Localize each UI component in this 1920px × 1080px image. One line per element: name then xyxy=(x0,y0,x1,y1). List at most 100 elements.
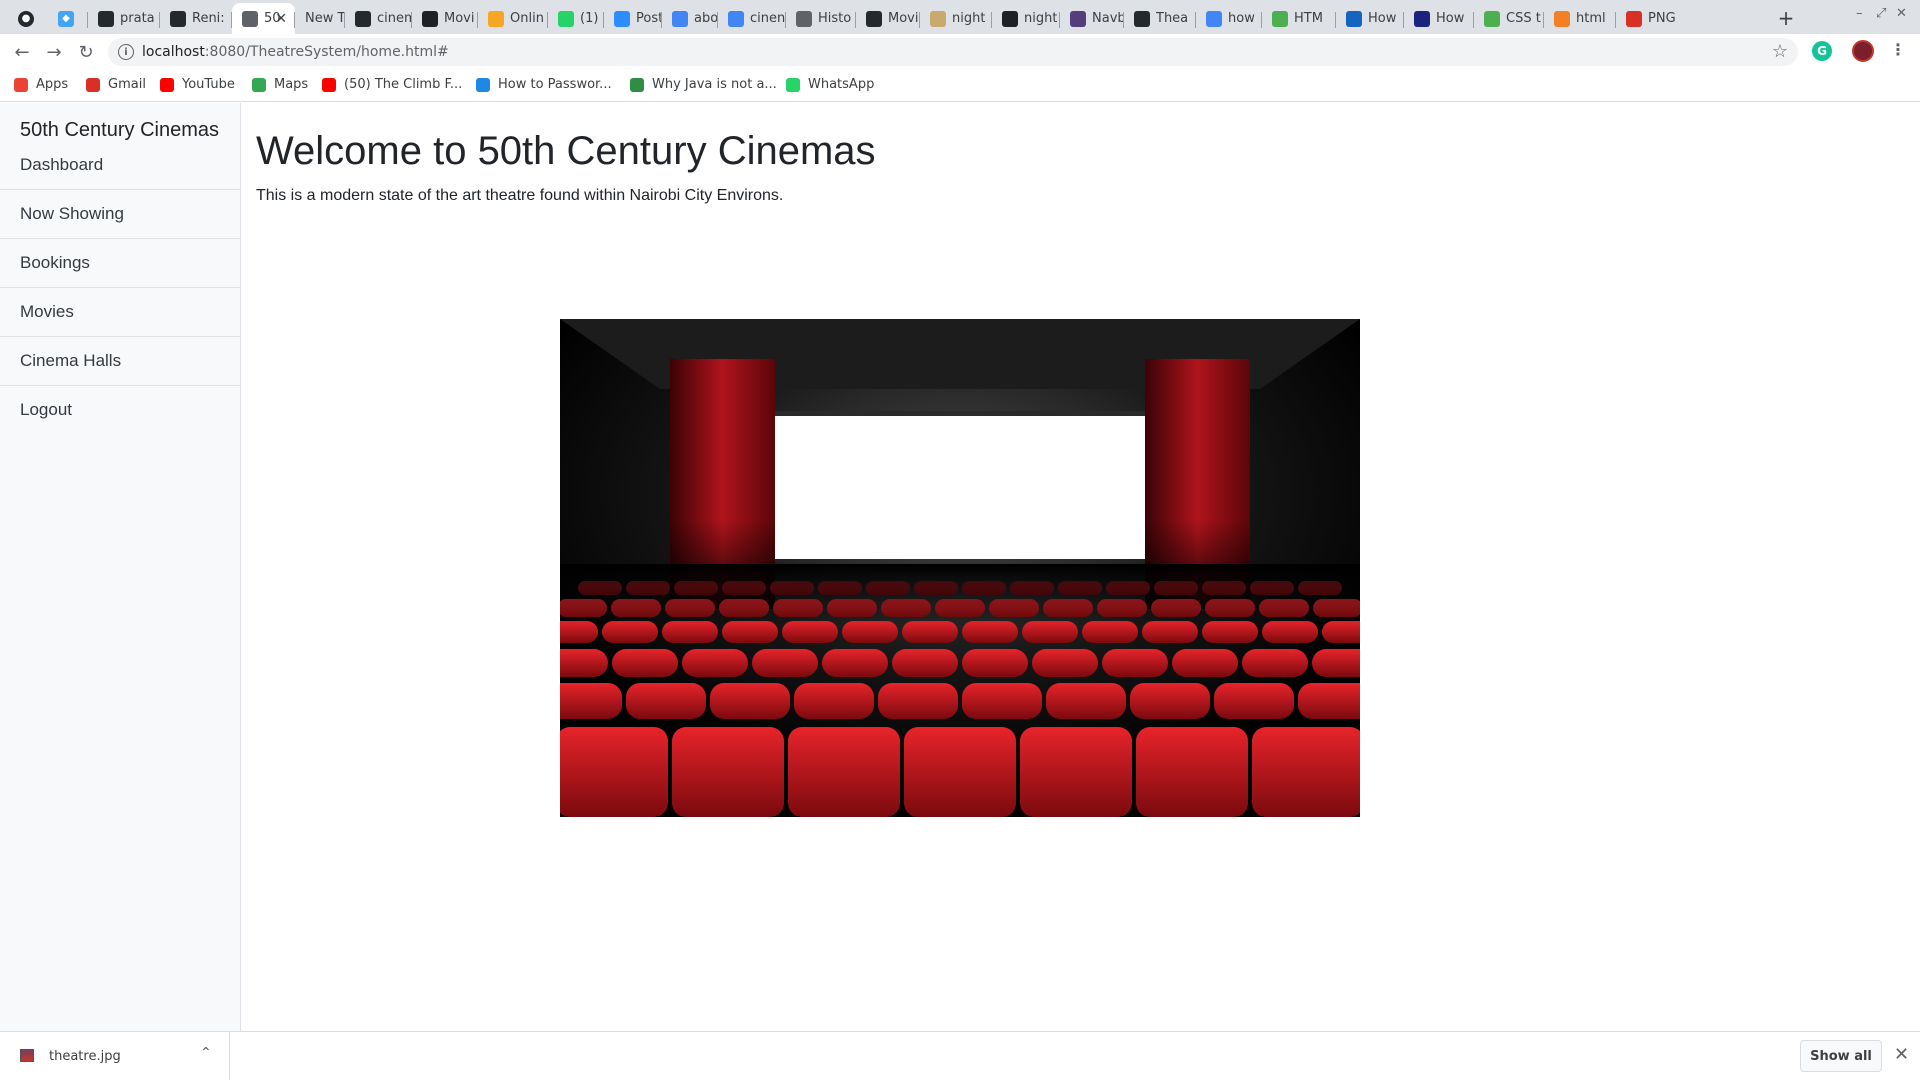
tab-3[interactable]: Reni: xyxy=(160,3,232,34)
tab-strip: ● ◆ prata Reni: 50✕ New Tab cinem Movi Onlin (1… xyxy=(0,0,1920,34)
grammarly-extension-icon[interactable]: G xyxy=(1812,41,1832,61)
bookmark-label: WhatsApp xyxy=(808,77,875,92)
sidebar: 50th Century Cinemas Dashboard Now Showi… xyxy=(0,103,241,1031)
tab-21[interactable]: How xyxy=(1336,3,1404,34)
tab-20[interactable]: HTM xyxy=(1262,3,1336,34)
w3schools-icon xyxy=(1484,10,1500,27)
tab-2[interactable]: prata xyxy=(88,3,160,34)
sidebar-item-now-showing[interactable]: Now Showing xyxy=(0,190,240,239)
seat xyxy=(752,649,818,677)
tab-15[interactable]: night xyxy=(920,3,992,34)
download-item[interactable]: theatre.jpg ⌃ xyxy=(0,1032,230,1080)
close-tab-icon[interactable]: ✕ xyxy=(275,11,287,27)
minimize-icon[interactable]: – xyxy=(1856,6,1863,21)
tab-title: html xyxy=(1576,11,1606,26)
sidebar-item-movies[interactable]: Movies xyxy=(0,288,240,337)
menu-kebab-icon[interactable]: ⋮ xyxy=(1890,40,1906,59)
maps-icon xyxy=(252,77,266,92)
back-button[interactable]: ← xyxy=(10,40,34,64)
bookmark-item[interactable]: Gmail xyxy=(86,77,146,92)
github-icon xyxy=(170,10,186,27)
seat xyxy=(962,683,1042,719)
tab-title: Navb xyxy=(1092,11,1124,26)
forward-button[interactable]: → xyxy=(42,40,66,64)
tab-19[interactable]: how xyxy=(1196,3,1262,34)
tab-title: cinen xyxy=(750,11,786,26)
seat xyxy=(902,621,958,643)
tab-5[interactable]: New Tab xyxy=(295,3,345,34)
close-shelf-icon[interactable]: ✕ xyxy=(1894,1044,1909,1065)
tab-14[interactable]: Movi xyxy=(856,3,920,34)
github-icon xyxy=(98,10,114,27)
tab-10[interactable]: Post xyxy=(604,3,662,34)
tab-25[interactable]: PNG xyxy=(1616,3,1758,34)
tab-11[interactable]: abou xyxy=(662,3,718,34)
bookmark-item[interactable]: Maps xyxy=(252,77,308,92)
bookmarks-bar: Apps Gmail YouTube Maps (50) The Climb F... H… xyxy=(0,70,1920,102)
tab-9[interactable]: (1) W xyxy=(548,3,604,34)
bookmark-item[interactable]: Why Java is not a... xyxy=(630,77,777,92)
sidebar-item-logout[interactable]: Logout xyxy=(0,386,240,435)
cinema-screen xyxy=(775,414,1145,559)
info-icon[interactable]: i xyxy=(118,44,134,60)
bookmark-item[interactable]: (50) The Climb F... xyxy=(322,77,462,92)
bookmark-item[interactable]: Apps xyxy=(14,77,68,92)
bookmark-star-icon[interactable]: ☆ xyxy=(1772,41,1788,62)
bookmark-label: (50) The Climb F... xyxy=(344,77,463,92)
profile-avatar[interactable] xyxy=(1852,40,1874,62)
tab-7[interactable]: Movi xyxy=(412,3,478,34)
tab-4[interactable]: 50 ✕ xyxy=(232,3,295,34)
google-icon xyxy=(728,10,744,27)
sidebar-item-dashboard[interactable]: Dashboard xyxy=(0,141,240,190)
bookmark-label: Gmail xyxy=(108,77,146,92)
seat xyxy=(782,621,838,643)
tab-title: Movi xyxy=(888,11,919,26)
seat xyxy=(962,649,1028,677)
bookmark-item[interactable]: YouTube xyxy=(160,77,235,92)
restore-icon[interactable]: ⤢ xyxy=(1876,6,1886,21)
url-text[interactable]: localhost:8080/TheatreSystem/home.html# xyxy=(142,44,449,60)
address-bar[interactable]: i localhost:8080/TheatreSystem/home.html… xyxy=(108,38,1798,66)
tab-12[interactable]: cinen xyxy=(718,3,786,34)
seat xyxy=(788,727,900,817)
tab-13[interactable]: Histo xyxy=(786,3,856,34)
seat xyxy=(1032,649,1098,677)
tab-flutter[interactable]: ◆ xyxy=(48,3,88,34)
tab-22[interactable]: How xyxy=(1404,3,1474,34)
tab-24[interactable]: html xyxy=(1544,3,1616,34)
close-window-icon[interactable]: ✕ xyxy=(1896,6,1907,21)
tab-8[interactable]: Onlin xyxy=(478,3,548,34)
tab-16[interactable]: night xyxy=(992,3,1060,34)
seat xyxy=(682,649,748,677)
bookmark-item[interactable]: WhatsApp xyxy=(786,77,874,92)
tab-title: (1) W xyxy=(580,11,604,26)
brand-title[interactable]: 50th Century Cinemas xyxy=(20,119,219,142)
reload-button[interactable]: ↻ xyxy=(74,40,98,64)
sidebar-item-cinema-halls[interactable]: Cinema Halls xyxy=(0,337,240,386)
seat xyxy=(1312,649,1360,677)
tab-title: prata xyxy=(120,11,155,26)
page-icon xyxy=(242,10,258,27)
youtube-icon xyxy=(160,77,174,92)
tab-17[interactable]: Navb xyxy=(1060,3,1124,34)
show-all-button[interactable]: Show all xyxy=(1800,1040,1882,1072)
sidebar-item-bookings[interactable]: Bookings xyxy=(0,239,240,288)
movie-icon xyxy=(422,10,438,27)
tab-6[interactable]: cinem xyxy=(345,3,412,34)
google-icon xyxy=(672,10,688,27)
github-icon xyxy=(866,10,882,27)
bookmark-item[interactable]: How to Passwor... xyxy=(476,77,612,92)
browser-toolbar: ← → ↻ i localhost:8080/TheatreSystem/hom… xyxy=(0,34,1920,70)
chevron-up-icon[interactable]: ⌃ xyxy=(200,1045,212,1061)
tab-github[interactable]: ● xyxy=(8,3,48,34)
tab-title: Reni: xyxy=(192,11,225,26)
tab-18[interactable]: Thea xyxy=(1124,3,1196,34)
seat xyxy=(842,621,898,643)
new-tab-button[interactable]: + xyxy=(1772,4,1800,32)
tab-title: night xyxy=(952,11,986,26)
tab-title: How xyxy=(1436,11,1465,26)
seat xyxy=(1252,727,1360,817)
tab-23[interactable]: CSS t xyxy=(1474,3,1544,34)
page-title: Welcome to 50th Century Cinemas xyxy=(256,129,876,173)
seat xyxy=(722,621,778,643)
